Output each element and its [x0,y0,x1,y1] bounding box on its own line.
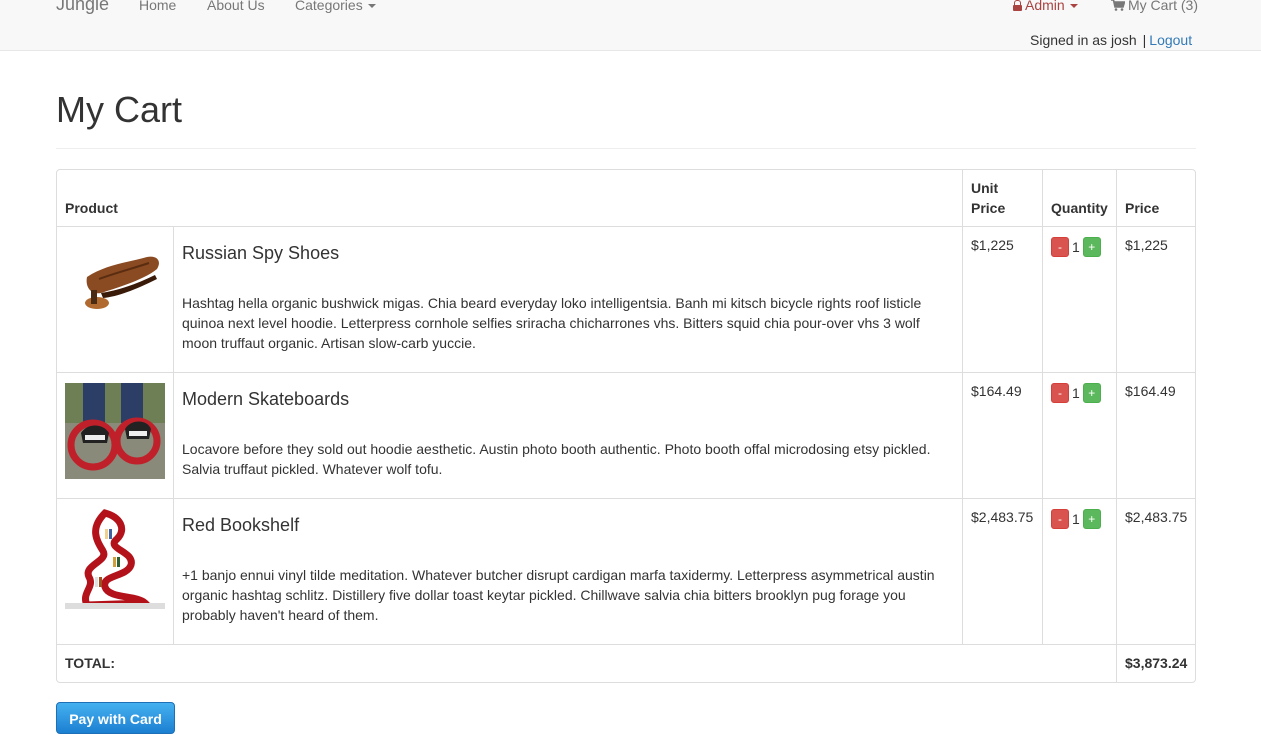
header-quantity: Quantity [1051,200,1108,216]
unit-price-cell: $1,225 [962,227,1042,372]
line-price: $164.49 [1125,383,1176,399]
increase-quantity-button[interactable]: + [1082,509,1101,529]
unit-price: $1,225 [971,237,1014,253]
signed-in-text: Signed in as josh [1030,32,1137,48]
product-description: Locavore before they sold out hoodie aes… [182,441,931,477]
product-description-cell: Red Bookshelf +1 banjo ennui vinyl tilde… [174,499,962,644]
header-quantity-cell: Quantity [1042,170,1116,226]
chevron-down-icon [1069,4,1078,9]
product-image-bookshelf [65,507,165,609]
nav-categories-dropdown[interactable]: Categories [295,0,376,13]
unit-price: $2,483.75 [971,509,1034,525]
brand-link[interactable]: Jungle [56,0,109,15]
unit-price: $164.49 [971,383,1022,399]
increase-quantity-button[interactable]: + [1082,383,1101,403]
header-product: Product [65,200,118,216]
product-description: Hashtag hella organic bushwick migas. Ch… [182,295,922,351]
header-unit-price-line2: Price [971,200,1006,216]
decrease-quantity-button[interactable]: - [1051,383,1069,403]
quantity-stepper: -1 + [1042,227,1116,372]
quantity-stepper: -1 + [1042,373,1116,498]
product-image-cell [57,373,174,498]
table-row: Red Bookshelf +1 banjo ennui vinyl tilde… [57,499,1195,645]
increase-quantity-button[interactable]: + [1082,237,1101,257]
product-description: +1 banjo ennui vinyl tilde meditation. W… [182,567,935,623]
admin-dropdown[interactable]: Admin [1013,0,1078,13]
signed-in-status: Signed in as josh | Logout [1030,32,1192,48]
decrease-quantity-button[interactable]: - [1051,237,1069,257]
nav-about-link[interactable]: About Us [207,0,265,13]
price-cell: $2,483.75 [1116,499,1196,644]
product-name: Modern Skateboards [182,389,350,409]
nav-home-link[interactable]: Home [139,0,176,13]
header-unit-price-cell: Unit Price [962,170,1042,226]
my-cart-link[interactable]: My Cart (3) [1111,0,1198,13]
header-price: Price [1125,200,1160,216]
product-image-cell [57,499,174,644]
product-description-cell: Modern Skateboards Locavore before they … [174,373,962,498]
line-price: $2,483.75 [1125,509,1188,525]
header-price-cell: Price [1116,170,1196,226]
pay-with-card-button[interactable]: Pay with Card [56,702,175,734]
total-cell: $3,873.24 [1116,645,1196,682]
unit-price-cell: $2,483.75 [962,499,1042,644]
separator: | [1142,32,1147,48]
quantity-value: 1 [1072,511,1080,527]
product-description-cell: Russian Spy Shoes Hashtag hella organic … [174,227,962,372]
divider [56,148,1196,149]
price-cell: $164.49 [1116,373,1196,498]
my-cart-label: My Cart (3) [1128,0,1198,13]
total-value: $3,873.24 [1125,655,1188,671]
line-price: $1,225 [1125,237,1168,253]
header-unit-price-line1: Unit [971,180,999,196]
lock-icon [1013,0,1022,11]
table-row: Russian Spy Shoes Hashtag hella organic … [57,227,1195,373]
total-row: TOTAL: $3,873.24 [57,645,1195,682]
table-row: Modern Skateboards Locavore before they … [57,373,1195,499]
product-image-skateboards [65,383,165,479]
page-title: My Cart [56,89,182,130]
product-image-cell [57,227,174,372]
table-header: Product Unit Price Quantity Price [57,170,1195,227]
chevron-down-icon [367,4,376,9]
admin-label: Admin [1025,0,1065,13]
total-label: TOTAL: [65,655,116,671]
quantity-stepper: -1 + [1042,499,1116,644]
quantity-value: 1 [1072,385,1080,401]
decrease-quantity-button[interactable]: - [1051,509,1069,529]
cart-icon [1111,0,1125,11]
product-name: Red Bookshelf [182,515,300,535]
product-image-shoes [65,235,165,317]
product-name: Russian Spy Shoes [182,243,340,263]
price-cell: $1,225 [1116,227,1196,372]
cart-table: Product Unit Price Quantity Price Russia… [56,169,1196,683]
quantity-value: 1 [1072,239,1080,255]
logout-link[interactable]: Logout [1149,32,1192,48]
unit-price-cell: $164.49 [962,373,1042,498]
categories-label: Categories [295,0,363,13]
navbar: Jungle Home About Us Categories Admin My… [0,0,1261,51]
